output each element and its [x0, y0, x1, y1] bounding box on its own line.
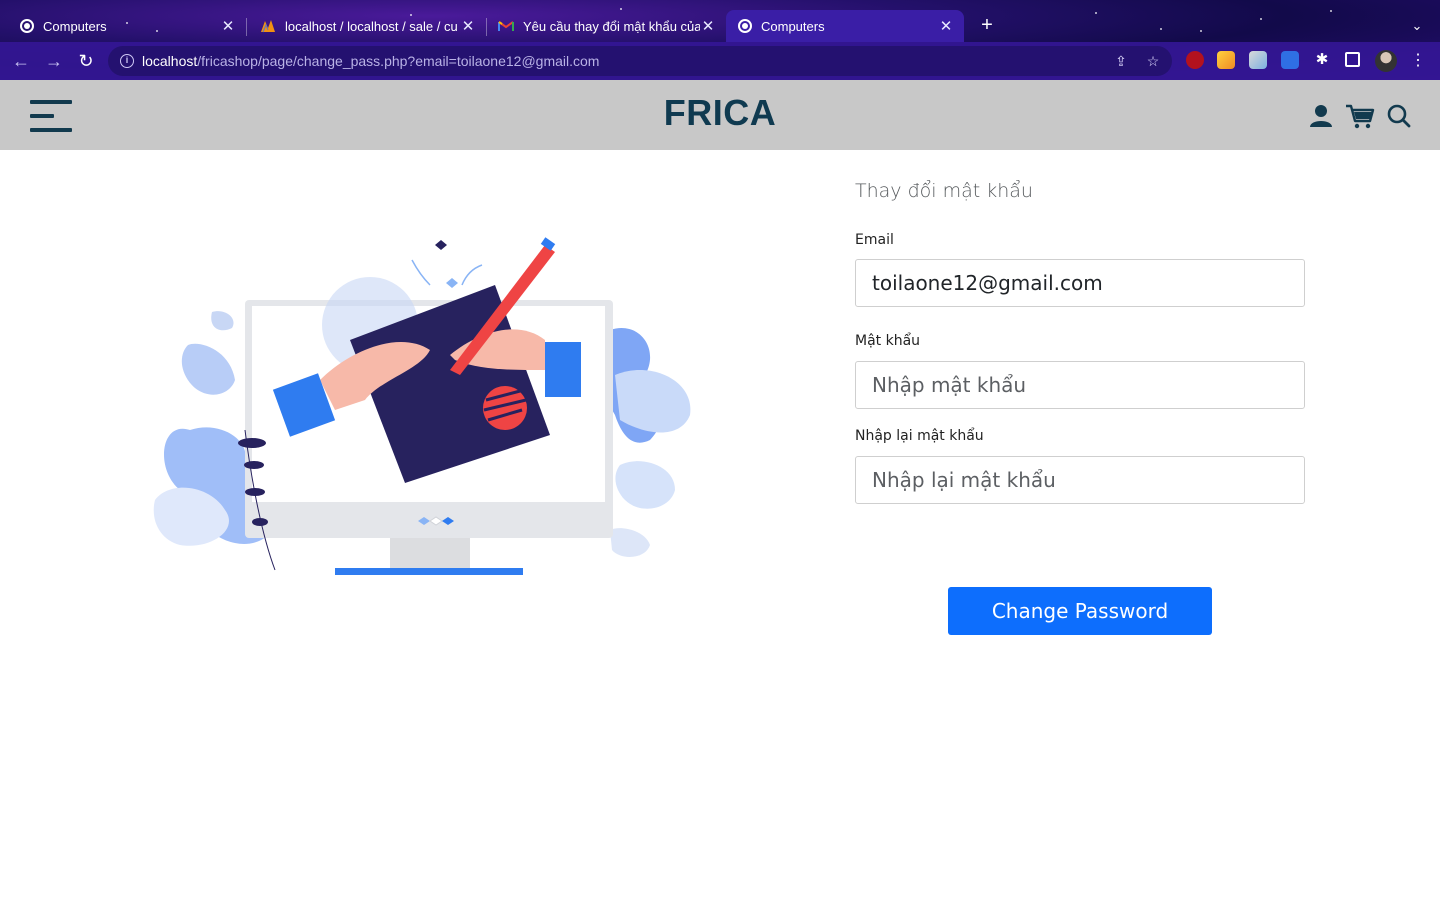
user-icon[interactable]	[1308, 103, 1334, 129]
hero-illustration	[153, 237, 691, 575]
email-group: Email	[855, 232, 1305, 307]
site-header: FRICA	[0, 80, 1440, 150]
reload-icon[interactable]: ↻	[75, 50, 97, 72]
tab-title: Computers	[761, 18, 825, 34]
translate-extension-icon[interactable]	[1281, 51, 1299, 69]
info-icon[interactable]: i	[120, 54, 134, 68]
password-label: Mật khẩu	[855, 333, 921, 349]
email-field[interactable]	[855, 259, 1305, 307]
address-url[interactable]: localhost/fricashop/page/change_pass.php…	[142, 53, 599, 69]
tab-title: Computers	[43, 18, 107, 34]
change-password-button[interactable]: Change Password	[948, 587, 1212, 635]
chevron-down-icon[interactable]: ⌄	[1407, 16, 1427, 36]
close-icon[interactable]: ✕	[460, 17, 476, 35]
confirm-password-field[interactable]	[855, 456, 1305, 504]
email-label: Email	[855, 232, 894, 248]
ublock-extension-icon[interactable]	[1186, 51, 1204, 69]
tab-phpmyadmin[interactable]: localhost / localhost / sale / cu ✕	[246, 10, 486, 42]
confirm-password-group: Nhập lại mật khẩu	[855, 428, 1305, 504]
address-bar[interactable]: i localhost/fricashop/page/change_pass.p…	[108, 46, 1172, 76]
image-extension-icon[interactable]	[1249, 51, 1267, 69]
search-icon[interactable]	[1386, 103, 1412, 129]
gmail-icon	[498, 21, 514, 31]
tab-computers-active[interactable]: Computers ✕	[726, 10, 964, 42]
confirm-password-label: Nhập lại mật khẩu	[855, 428, 984, 444]
globe-icon	[20, 19, 34, 33]
profile-avatar[interactable]	[1375, 50, 1397, 72]
star-icon[interactable]: ☆	[1144, 52, 1162, 70]
puzzle-icon[interactable]: ✱	[1313, 51, 1331, 69]
browser-chrome: Computers ✕ localhost / localhost / sale…	[0, 0, 1440, 80]
globe-icon	[738, 19, 752, 33]
url-path: /fricashop/page/change_pass.php?email=to…	[197, 53, 600, 69]
more-vert-icon[interactable]: ⋮	[1410, 50, 1426, 72]
password-group: Mật khẩu	[855, 333, 1305, 409]
forward-arrow-icon[interactable]: →	[43, 50, 65, 72]
close-icon[interactable]: ✕	[938, 17, 954, 35]
share-icon[interactable]: ⇪	[1112, 52, 1130, 70]
change-password-form: Thay đổi mật khẩu Email Mật khẩu Nhập lạ…	[855, 180, 1305, 504]
new-tab-button[interactable]: +	[976, 14, 998, 36]
notes-extension-icon[interactable]	[1217, 51, 1235, 69]
phpmyadmin-icon	[261, 20, 275, 33]
password-field[interactable]	[855, 361, 1305, 409]
close-icon[interactable]: ✕	[220, 17, 236, 35]
browser-toolbar: ← → ↻ i localhost/fricashop/page/change_…	[0, 42, 1440, 80]
tab-title: localhost / localhost / sale / cu	[285, 18, 458, 34]
tab-title: Yêu cầu thay đổi mật khẩu của	[523, 18, 700, 34]
form-title: Thay đổi mật khẩu	[855, 180, 1033, 202]
tab-strip: Computers ✕ localhost / localhost / sale…	[0, 8, 1440, 42]
menu-hamburger-icon[interactable]	[30, 100, 72, 132]
close-icon[interactable]: ✕	[700, 17, 716, 35]
back-arrow-icon[interactable]: ←	[10, 50, 32, 72]
sidepanel-icon[interactable]	[1345, 52, 1360, 67]
tab-gmail[interactable]: Yêu cầu thay đổi mật khẩu của ✕	[486, 10, 726, 42]
cart-icon[interactable]	[1345, 103, 1375, 129]
tab-computers-1[interactable]: Computers ✕	[0, 10, 246, 42]
url-host: localhost	[142, 53, 198, 69]
site-logo[interactable]: FRICA	[620, 92, 820, 134]
